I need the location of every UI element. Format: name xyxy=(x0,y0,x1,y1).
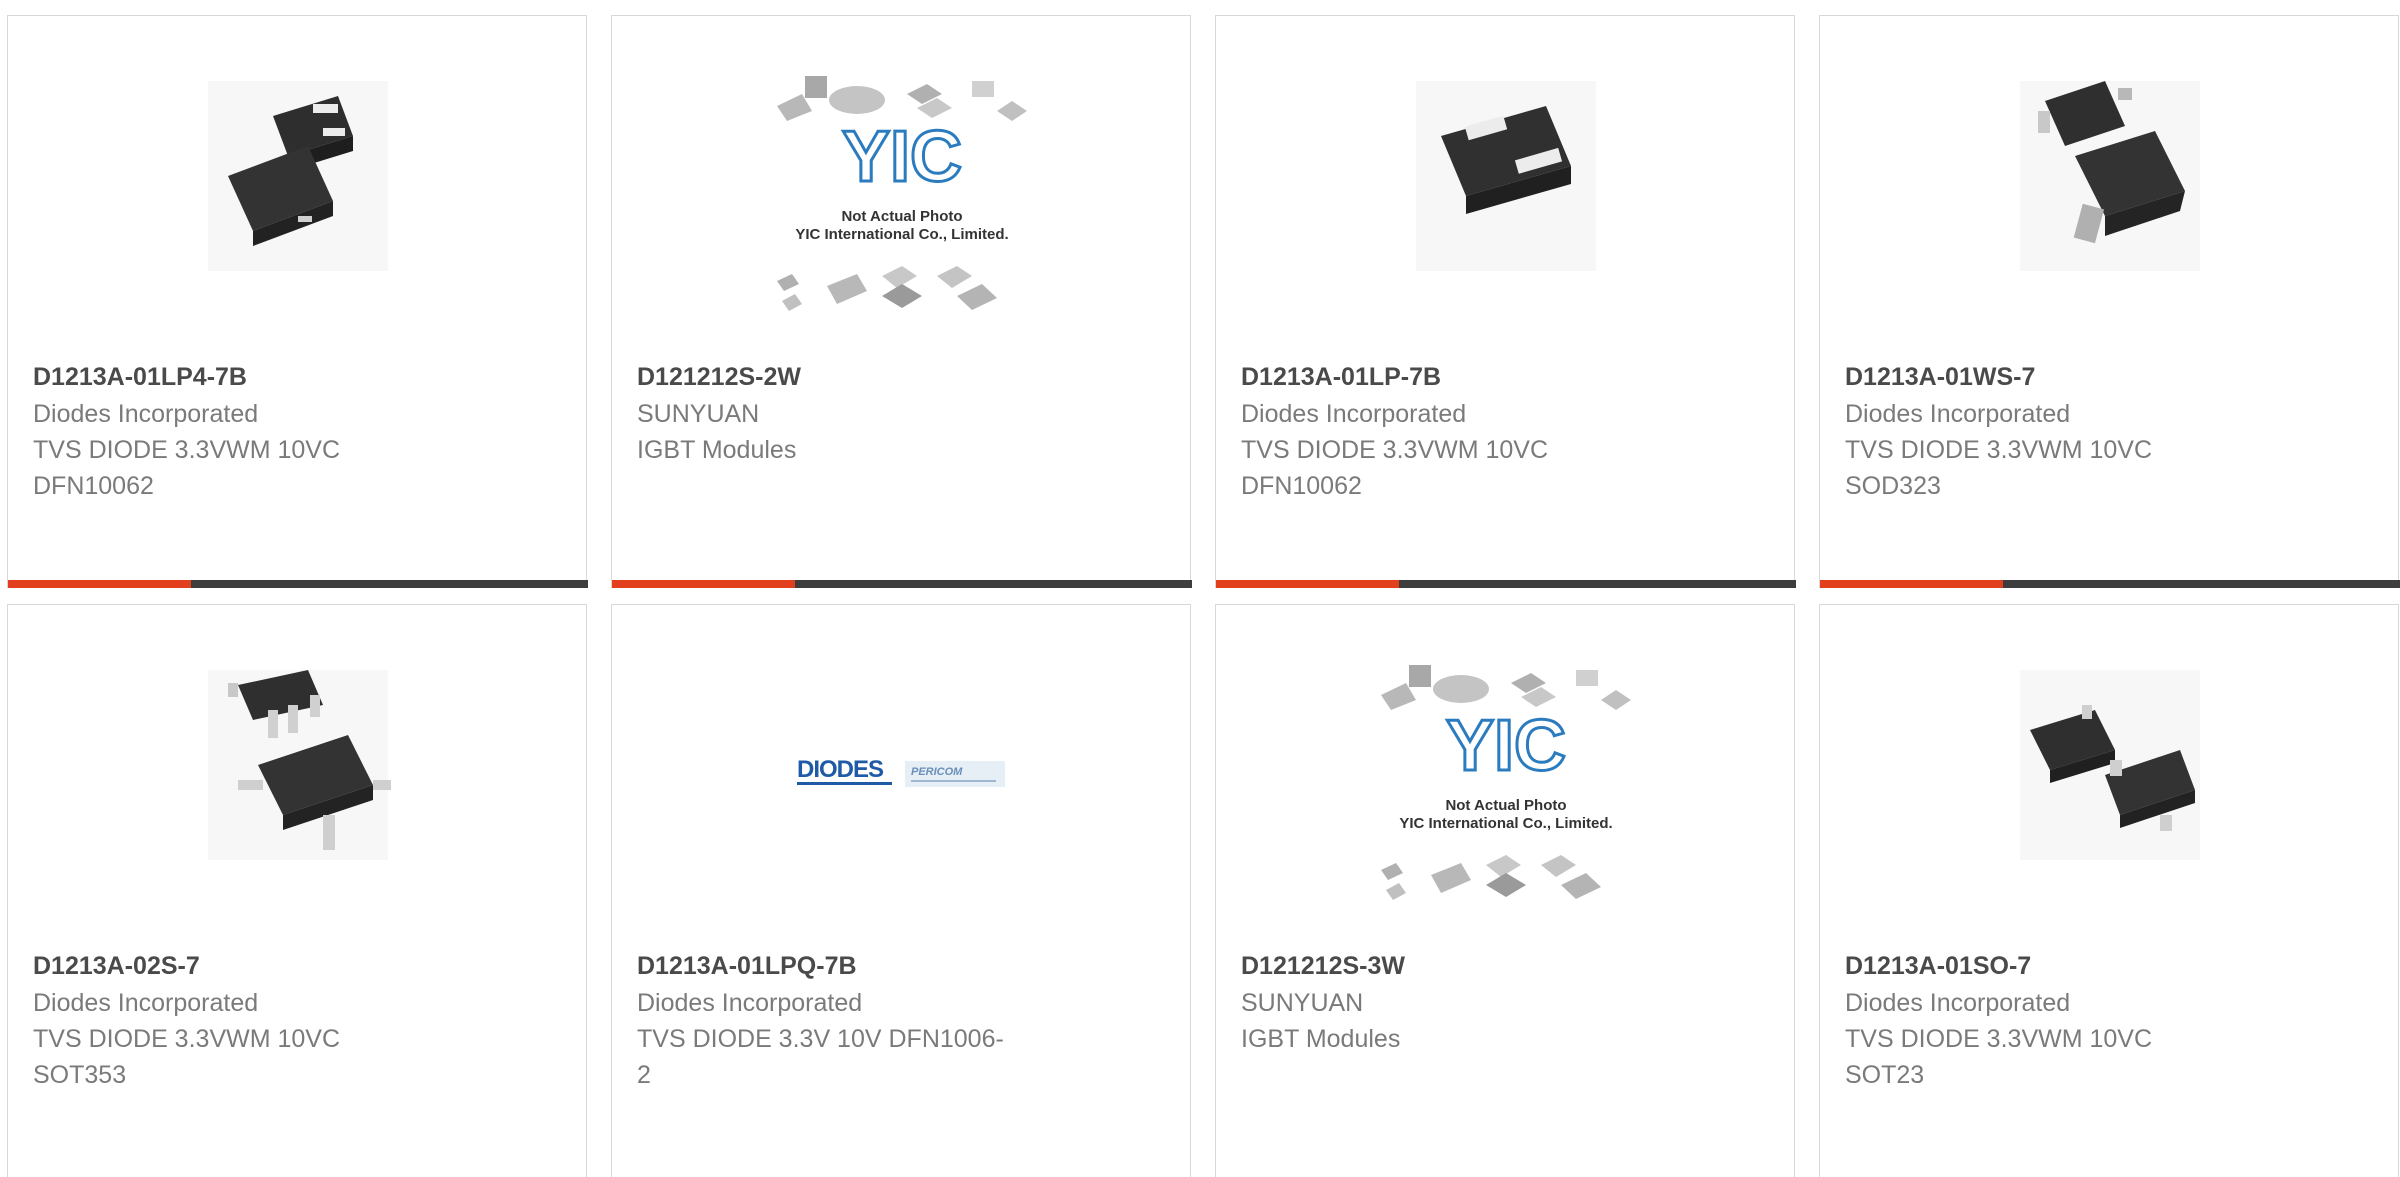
sot23-package-icon xyxy=(2020,670,2200,860)
part-number[interactable]: D1213A-01WS-7 xyxy=(1845,358,2275,396)
product-card[interactable]: D1213A-01WS-7 Diodes Incorporated TVS DI… xyxy=(1819,15,2400,588)
manufacturer: SUNYUAN xyxy=(637,400,760,428)
manufacturer: SUNYUAN xyxy=(1241,989,1364,1017)
part-number[interactable]: D121212S-2W xyxy=(637,358,1067,396)
sot353-package-icon xyxy=(208,670,391,860)
yic-brand-mark: YIC xyxy=(1446,706,1566,786)
manufacturer: Diodes Incorporated xyxy=(33,989,259,1017)
product-image[interactable] xyxy=(8,76,588,346)
card-accent-bar xyxy=(8,580,191,588)
placeholder-caption-line-1: Not Actual Photo xyxy=(1445,797,1566,814)
package: SOD323 xyxy=(1845,472,1941,500)
product-card[interactable]: D1213A-02S-7 Diodes Incorporated TVS DIO… xyxy=(7,604,587,1177)
product-card[interactable]: D1213A-01LP4-7B Diodes Incorporated TVS … xyxy=(7,15,588,588)
card-bottom-bar xyxy=(612,580,1192,588)
part-number[interactable]: D1213A-01LPQ-7B xyxy=(637,947,1067,985)
product-image[interactable]: YIC Not Actual Photo YIC International C… xyxy=(612,76,1192,346)
product-image[interactable]: YIC Not Actual Photo YIC International C… xyxy=(1216,665,1796,935)
part-number[interactable]: D1213A-01LP4-7B xyxy=(33,358,463,396)
product-grid: D1213A-01LP4-7B Diodes Incorporated TVS … xyxy=(0,0,2400,1177)
package: DFN10062 xyxy=(33,472,154,500)
manufacturer: Diodes Incorporated xyxy=(1845,989,2071,1017)
product-image[interactable] xyxy=(8,665,588,935)
part-number[interactable]: D1213A-01LP-7B xyxy=(1241,358,1671,396)
package: SOT353 xyxy=(33,1061,127,1089)
part-number[interactable]: D1213A-02S-7 xyxy=(33,947,463,985)
pericom-logo-text: PERICOM xyxy=(911,766,963,778)
description: TVS DIODE 3.3VWM 10VC xyxy=(1241,436,1549,464)
description: TVS DIODE 3.3VWM 10VC xyxy=(33,436,341,464)
yic-placeholder-icon: YIC Not Actual Photo YIC International C… xyxy=(777,76,1027,311)
description-continued: 2 xyxy=(637,1061,651,1089)
description: TVS DIODE 3.3V 10V DFN1006- xyxy=(637,1025,1004,1053)
product-card[interactable]: YIC Not Actual Photo YIC International C… xyxy=(1215,604,1795,1177)
part-number[interactable]: D121212S-3W xyxy=(1241,947,1671,985)
placeholder-caption-line-2: YIC International Co., Limited. xyxy=(795,226,1008,243)
card-bottom-bar xyxy=(8,580,588,588)
product-card[interactable]: YIC Not Actual Photo YIC International C… xyxy=(611,15,1192,588)
card-bottom-bar xyxy=(1820,580,2400,588)
dual-dfn-package-icon xyxy=(208,81,388,271)
product-card[interactable]: DIODES PERICOM D1213A-01LPQ-7B Diodes In… xyxy=(611,604,1191,1177)
yic-placeholder-icon: YIC Not Actual Photo YIC International C… xyxy=(1381,665,1631,900)
card-accent-bar xyxy=(1820,580,2003,588)
description: TVS DIODE 3.3VWM 10VC xyxy=(1845,1025,2153,1053)
dfn-package-icon xyxy=(1416,81,1596,271)
product-image[interactable] xyxy=(1820,76,2400,346)
sod323-package-icon xyxy=(2020,81,2200,271)
diodes-logo-text: DIODES xyxy=(797,756,884,783)
card-accent-bar xyxy=(1216,580,1399,588)
card-accent-bar xyxy=(612,580,795,588)
manufacturer: Diodes Incorporated xyxy=(637,989,863,1017)
manufacturer: Diodes Incorporated xyxy=(33,400,259,428)
diodes-pericom-logo: DIODES PERICOM xyxy=(797,756,1005,787)
description: IGBT Modules xyxy=(637,436,797,464)
part-number[interactable]: D1213A-01SO-7 xyxy=(1845,947,2275,985)
manufacturer: Diodes Incorporated xyxy=(1241,400,1467,428)
description: TVS DIODE 3.3VWM 10VC xyxy=(33,1025,341,1053)
manufacturer: Diodes Incorporated xyxy=(1845,400,2071,428)
card-bottom-bar xyxy=(1216,580,1796,588)
product-card[interactable]: D1213A-01SO-7 Diodes Incorporated TVS DI… xyxy=(1819,604,2399,1177)
yic-brand-mark: YIC xyxy=(842,117,962,197)
package: DFN10062 xyxy=(1241,472,1362,500)
description: IGBT Modules xyxy=(1241,1025,1401,1053)
description: TVS DIODE 3.3VWM 10VC xyxy=(1845,436,2153,464)
package: SOT23 xyxy=(1845,1061,1925,1089)
product-image[interactable] xyxy=(1820,665,2400,935)
placeholder-caption-line-2: YIC International Co., Limited. xyxy=(1399,815,1612,832)
product-image[interactable] xyxy=(1216,76,1796,346)
product-card[interactable]: D1213A-01LP-7B Diodes Incorporated TVS D… xyxy=(1215,15,1796,588)
placeholder-caption-line-1: Not Actual Photo xyxy=(841,208,962,225)
